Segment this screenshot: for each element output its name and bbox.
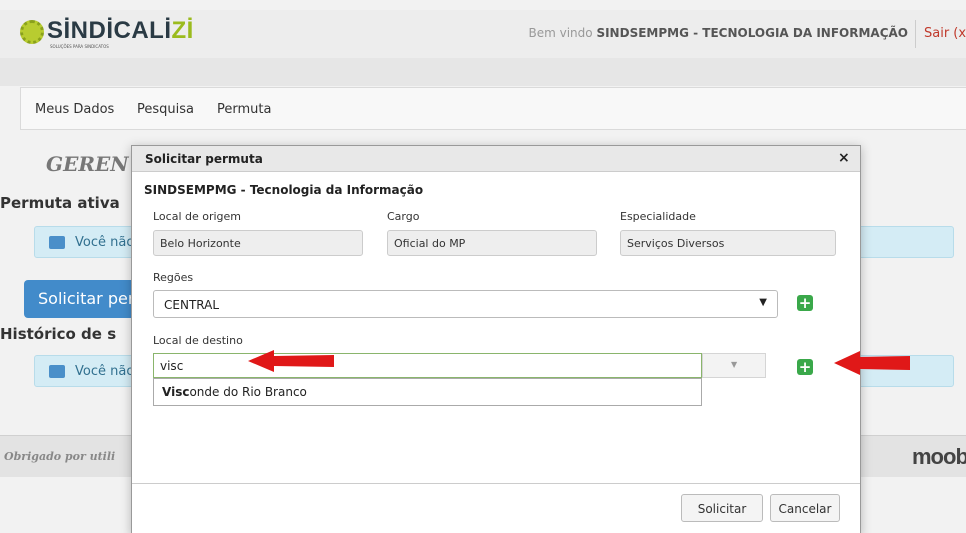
origin-field: Belo Horizonte (153, 230, 363, 256)
submit-label: Solicitar (697, 502, 747, 516)
logo[interactable]: SİNDİCALİZİ SOLUÇÕES PARA SINDICATOS (20, 17, 194, 49)
logout-link[interactable]: Sair (x) (924, 26, 966, 41)
page-title: GEREN (46, 152, 129, 176)
footer-text: Obrigado por utili (4, 450, 116, 463)
request-exchange-modal: Solicitar permuta × SINDSEMPMG - Tecnolo… (131, 145, 861, 533)
nav-item-permuta[interactable]: Permuta (217, 102, 271, 117)
regions-label: Regões (153, 271, 194, 284)
header-band (0, 58, 966, 86)
chevron-down-icon: ▼ (731, 360, 738, 369)
dropdown-arrow-icon: ▼ (759, 297, 767, 308)
history-heading: Histórico de s (0, 325, 117, 343)
welcome-message: Bem vindo SINDSEMPMG - TECNOLOGIA DA INF… (528, 26, 909, 40)
destination-input[interactable]: visc (153, 353, 702, 378)
gear-logo-icon (20, 20, 44, 44)
info-alert-text: Você não (75, 235, 135, 250)
add-destination-icon[interactable]: + (797, 359, 813, 375)
destination-dropdown-button[interactable]: ▼ (702, 353, 766, 378)
specialty-field: Serviços Diversos (620, 230, 836, 256)
suggestion-item[interactable]: Visconde do Rio Branco (162, 385, 307, 399)
logo-text: SİNDİCALİZİ (47, 17, 194, 44)
cargo-value: Oficial do MP (394, 237, 466, 250)
request-exchange-label: Solicitar per (38, 289, 135, 308)
close-icon[interactable]: × (838, 150, 850, 166)
logo-tagline: SOLUÇÕES PARA SINDICATOS (50, 44, 109, 49)
modal-title: Solicitar permuta (145, 152, 263, 166)
annotation-arrow-right-icon (834, 351, 910, 375)
main-nav: Meus Dados Pesquisa Permuta (20, 87, 966, 130)
page: SİNDİCALİZİ SOLUÇÕES PARA SINDICATOS Bem… (0, 0, 966, 533)
welcome-user: SINDSEMPMG - TECNOLOGIA DA INFORMAÇÃO (596, 26, 908, 40)
moob-logo: moob (912, 444, 966, 469)
destination-input-value: visc (160, 359, 184, 373)
organization-name: SINDSEMPMG - Tecnologia da Informação (144, 183, 424, 197)
regions-select[interactable]: CENTRAL ▼ (153, 290, 778, 318)
submit-button[interactable]: Solicitar (681, 494, 763, 522)
modal-footer-divider (132, 483, 860, 484)
destination-label: Local de destino (153, 334, 243, 347)
info-icon (49, 365, 65, 378)
destination-suggestions: Visconde do Rio Branco (153, 378, 702, 406)
active-exchange-heading: Permuta ativa (0, 194, 120, 212)
origin-value: Belo Horizonte (160, 237, 241, 250)
header-divider (915, 20, 916, 48)
modal-header: Solicitar permuta × (132, 146, 860, 172)
cancel-button[interactable]: Cancelar (770, 494, 840, 522)
info-alert-text: Você não (75, 364, 135, 379)
info-icon (49, 236, 65, 249)
nav-item-meus-dados[interactable]: Meus Dados (35, 102, 114, 117)
cargo-field: Oficial do MP (387, 230, 597, 256)
nav-item-pesquisa[interactable]: Pesquisa (137, 102, 194, 117)
top-bar: SİNDİCALİZİ SOLUÇÕES PARA SINDICATOS Bem… (0, 10, 966, 58)
cargo-label: Cargo (387, 210, 420, 223)
specialty-value: Serviços Diversos (627, 237, 725, 250)
annotation-arrow-left-icon (248, 350, 334, 372)
regions-selected-value: CENTRAL (164, 298, 220, 312)
add-region-icon[interactable]: + (797, 295, 813, 311)
cancel-label: Cancelar (778, 502, 832, 516)
specialty-label: Especialidade (620, 210, 696, 223)
origin-label: Local de origem (153, 210, 242, 223)
